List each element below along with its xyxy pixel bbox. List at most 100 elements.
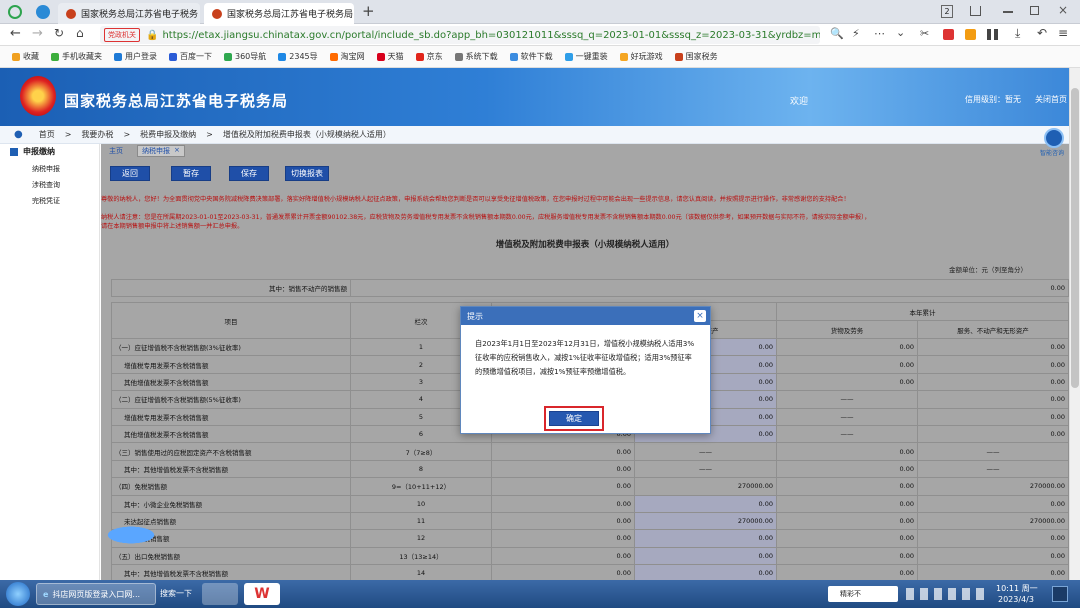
extension-icon[interactable] — [943, 29, 954, 40]
scissors-icon[interactable]: ✂ — [920, 27, 929, 40]
cell-current-goods[interactable]: 0.00 — [491, 442, 635, 461]
cell-ytd-service[interactable]: —— — [917, 459, 1069, 479]
cell-current-service[interactable]: —— — [634, 442, 777, 461]
cell-ytd-goods[interactable]: 0.00 — [776, 459, 918, 479]
cell-ytd-goods[interactable]: 0.00 — [776, 355, 918, 374]
leftnav-item-declare[interactable]: 纳税申报 — [32, 164, 60, 174]
taskbar-browser-icon[interactable] — [202, 583, 238, 605]
breadcrumb-declare[interactable]: 税费申报及缴纳 — [140, 129, 196, 140]
cell-current-goods[interactable]: 0.00 — [491, 511, 635, 531]
bookmark-item[interactable]: 系统下载 — [454, 51, 498, 62]
help-widget[interactable]: 智能咨询 — [1040, 128, 1068, 157]
clock-date[interactable]: 2023/4/3 — [998, 595, 1034, 604]
close-window-icon[interactable]: × — [1058, 3, 1068, 17]
cell-current-service[interactable]: 0.00 — [634, 494, 777, 513]
cell-ytd-service[interactable]: 0.00 — [917, 407, 1069, 426]
cell-current-goods[interactable]: 0.00 — [491, 564, 635, 580]
cell-current-service[interactable]: 270000.00 — [634, 511, 777, 531]
cell-current-goods[interactable]: 0.00 — [491, 477, 635, 496]
scroll-thumb[interactable] — [1071, 88, 1079, 388]
cell-current-goods[interactable]: 0.00 — [491, 546, 635, 566]
browser-tab-1[interactable]: 国家税务总局江苏省电子税务 × — [58, 3, 200, 24]
bookmark-item[interactable]: 360导航 — [224, 51, 266, 62]
tray-icons[interactable] — [906, 588, 986, 600]
bookmark-item[interactable]: 淘宝网 — [329, 51, 365, 62]
leftnav-item-query[interactable]: 涉税查询 — [32, 180, 60, 190]
bookmark-item[interactable]: 百度一下 — [169, 51, 212, 62]
back-icon[interactable]: ← — [10, 26, 21, 41]
bookmark-item[interactable]: 收藏 — [12, 51, 39, 62]
cell-ytd-goods[interactable]: 0.00 — [776, 372, 918, 392]
breadcrumb-tax[interactable]: 我要办税 — [81, 129, 113, 140]
page-tab-declare[interactable]: 纳税申报 × — [137, 145, 185, 157]
undo-icon[interactable]: ↶ — [1037, 26, 1047, 40]
cell-ytd-goods[interactable]: 0.00 — [776, 511, 918, 531]
cell-ytd-service[interactable]: 0.00 — [917, 372, 1069, 392]
start-button[interactable] — [6, 582, 30, 606]
cell-current-service[interactable]: 0.00 — [634, 529, 777, 548]
new-tab-button[interactable]: + — [362, 2, 375, 20]
cell-current-service[interactable]: 0.00 — [634, 546, 777, 566]
save-button[interactable]: 保存 — [229, 166, 269, 181]
download-icon[interactable]: ⤓ — [1015, 26, 1020, 41]
shirt-icon[interactable] — [970, 6, 981, 16]
restore-icon[interactable] — [1030, 6, 1039, 15]
settings-menu-icon[interactable]: ≡ — [1058, 26, 1068, 40]
cell-ytd-service[interactable]: 270000.00 — [917, 511, 1069, 531]
telegram-icon[interactable] — [36, 5, 50, 19]
clock-time[interactable]: 10:11 周一 — [996, 583, 1038, 594]
bookmark-item[interactable]: 2345导 — [278, 51, 318, 62]
leftnav-title[interactable]: 申报缴纳 — [10, 146, 55, 157]
cell-ytd-goods[interactable]: 0.00 — [776, 564, 918, 580]
confirm-button[interactable]: 确定 — [549, 411, 599, 426]
bookmark-item[interactable]: 国家税务 — [674, 51, 718, 62]
bookmark-item[interactable]: 一键重装 — [564, 51, 608, 62]
cell-current-service[interactable]: 270000.00 — [634, 477, 777, 496]
taskbar-app-ie[interactable]: e 抖店网页版登录入口网... — [36, 583, 156, 605]
deduct-value[interactable]: 0.00 — [350, 278, 1069, 298]
chevron-down-icon[interactable]: ⌄ — [896, 26, 905, 39]
cell-ytd-goods[interactable]: —— — [776, 407, 918, 426]
reload-icon[interactable]: ↻ — [54, 26, 64, 40]
close-tab-icon[interactable]: × — [198, 8, 200, 19]
cell-ytd-service[interactable]: 0.00 — [917, 337, 1069, 357]
browser-tab-2-active[interactable]: 国家税务总局江苏省电子税务局 × — [204, 3, 354, 24]
bookmark-item[interactable]: 用户登录 — [114, 51, 157, 62]
bookmark-item[interactable]: 手机收藏夹 — [51, 51, 102, 62]
apps-grid-icon[interactable] — [987, 29, 998, 40]
cell-ytd-service[interactable]: 0.00 — [917, 424, 1069, 444]
bookmark-item[interactable]: 天猫 — [376, 51, 404, 62]
cell-ytd-goods[interactable]: 0.00 — [776, 529, 918, 548]
switch-report-button[interactable]: 切换报表 — [285, 166, 329, 181]
bookmark-item[interactable]: 京东 — [415, 51, 443, 62]
close-tab-icon[interactable]: × — [174, 146, 180, 156]
close-home-link[interactable]: 关闭首页 — [1035, 94, 1067, 105]
leftnav-item-certificate[interactable]: 完税凭证 — [32, 196, 60, 206]
cell-current-goods[interactable]: 0.00 — [491, 494, 635, 513]
home-icon[interactable]: ⌂ — [76, 26, 84, 40]
cell-ytd-goods[interactable]: —— — [776, 424, 918, 444]
bookmark-item[interactable]: 好玩游戏 — [619, 51, 663, 62]
taskbar-search[interactable]: 搜索一下 — [160, 588, 192, 599]
cell-ytd-service[interactable]: 0.00 — [917, 355, 1069, 374]
cell-current-service[interactable]: 0.00 — [634, 564, 777, 580]
tray-search-box[interactable]: 精彩不 — [828, 586, 898, 602]
close-tab-icon[interactable]: × — [353, 8, 354, 19]
page-tab-home[interactable]: 主页 — [109, 146, 123, 156]
cell-ytd-service[interactable]: —— — [917, 442, 1069, 461]
cell-ytd-service[interactable]: 0.00 — [917, 564, 1069, 580]
cell-ytd-service[interactable]: 0.00 — [917, 546, 1069, 566]
cell-ytd-goods[interactable]: 0.00 — [776, 442, 918, 461]
cell-ytd-goods[interactable]: 0.00 — [776, 546, 918, 566]
cell-ytd-goods[interactable]: —— — [776, 390, 918, 409]
page-counter[interactable]: 2 — [941, 5, 953, 18]
search-icon[interactable]: 🔍 — [830, 27, 844, 40]
menu-dots-icon[interactable]: ⋯ — [874, 27, 885, 40]
browser-logo-icon[interactable] — [8, 5, 22, 19]
back-button[interactable]: 返回 — [110, 166, 150, 181]
taskbar-wps-icon[interactable]: W — [244, 583, 280, 605]
cell-ytd-service[interactable]: 0.00 — [917, 390, 1069, 409]
minimize-icon[interactable] — [1003, 11, 1013, 13]
cell-ytd-goods[interactable]: 0.00 — [776, 494, 918, 513]
cell-current-goods[interactable]: 0.00 — [491, 459, 635, 479]
